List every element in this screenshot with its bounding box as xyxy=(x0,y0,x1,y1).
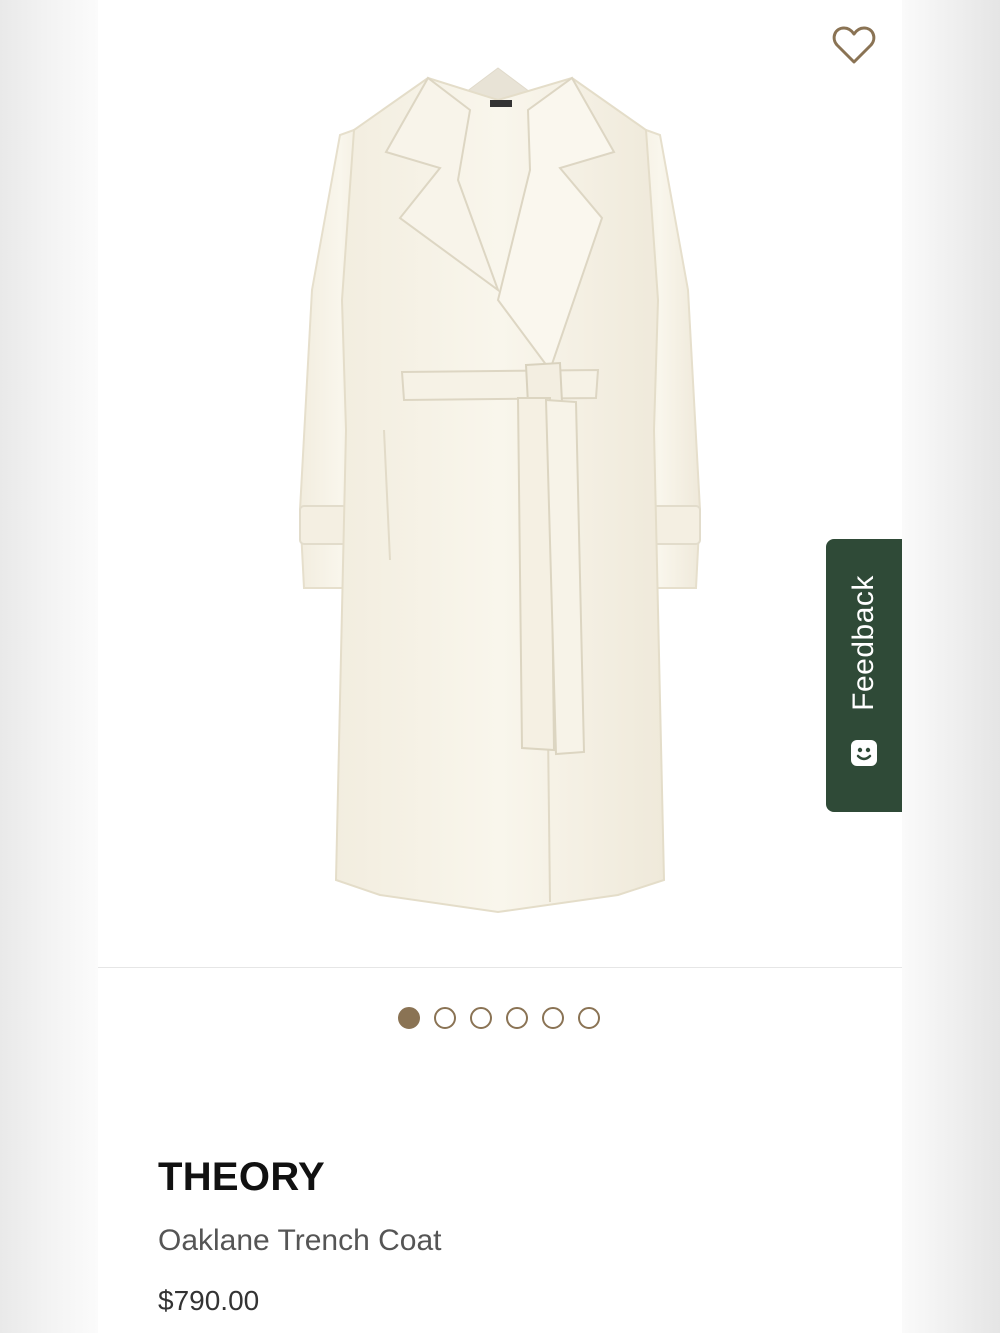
gallery-dot-6[interactable] xyxy=(578,1007,600,1029)
page-side-shade-left xyxy=(0,0,98,1333)
product-price: $790.00 xyxy=(158,1285,260,1316)
gallery-dot-3[interactable] xyxy=(470,1007,492,1029)
product-brand[interactable]: THEORY xyxy=(158,1155,325,1200)
gallery-pagination xyxy=(398,1007,600,1029)
smiley-face-icon xyxy=(851,740,877,766)
product-image-gallery[interactable] xyxy=(98,0,902,968)
page-side-shade-right xyxy=(902,0,1000,1333)
feedback-button[interactable]: Feedback xyxy=(826,539,902,812)
product-name: Oaklane Trench Coat xyxy=(158,1224,442,1257)
gallery-dot-4[interactable] xyxy=(506,1007,528,1029)
heart-outline-icon xyxy=(832,26,876,64)
wishlist-button[interactable] xyxy=(827,18,881,72)
product-image[interactable] xyxy=(98,0,902,968)
gallery-dot-5[interactable] xyxy=(542,1007,564,1029)
feedback-label: Feedback xyxy=(847,575,880,711)
gallery-dot-1[interactable] xyxy=(398,1007,420,1029)
gallery-dot-2[interactable] xyxy=(434,1007,456,1029)
product-page: Feedback THEORY Oaklane Trench Coat $790… xyxy=(0,0,1000,1333)
